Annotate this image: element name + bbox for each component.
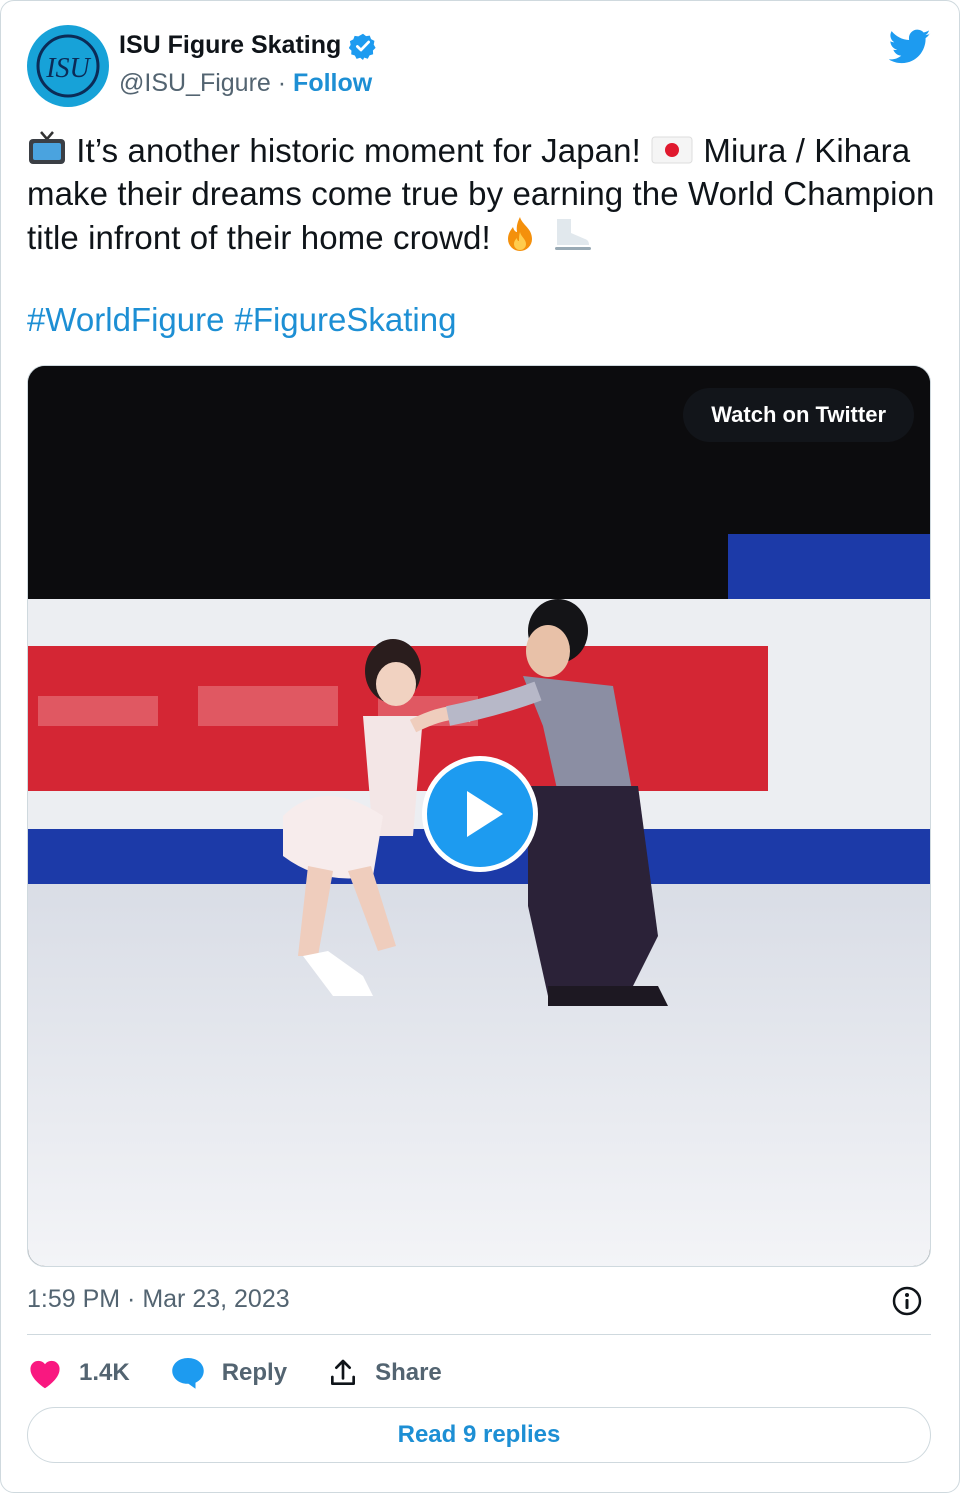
japan-flag-icon bbox=[651, 136, 693, 164]
author-name-row: ISU Figure Skating bbox=[119, 31, 377, 60]
play-button[interactable] bbox=[422, 756, 538, 872]
heart-icon bbox=[30, 1360, 60, 1389]
info-icon[interactable] bbox=[891, 1285, 923, 1317]
watch-on-twitter-button[interactable]: Watch on Twitter bbox=[683, 388, 914, 442]
hashtag-list: #WorldFigure #FigureSkating bbox=[27, 301, 466, 339]
display-name[interactable]: ISU Figure Skating bbox=[119, 31, 341, 60]
timestamp[interactable]: 1:59 PM · Mar 23, 2023 bbox=[27, 1285, 290, 1314]
ice-skate-icon bbox=[555, 219, 592, 250]
fire-icon bbox=[508, 217, 533, 251]
avatar[interactable]: ISU bbox=[27, 25, 109, 107]
handle-row: @ISU_Figure · Follow bbox=[119, 69, 372, 98]
action-bar: 1.4K Reply Share bbox=[27, 1351, 482, 1395]
tweet-card: ISU ISU Figure Skating @ISU_Figure · Fol… bbox=[0, 0, 960, 1493]
divider bbox=[27, 1334, 931, 1335]
hashtag-worldfigure[interactable]: #WorldFigure bbox=[27, 301, 224, 338]
tweet-text: It’s another historic moment for Japan! … bbox=[27, 129, 937, 259]
play-icon bbox=[467, 791, 503, 837]
like-button[interactable]: 1.4K bbox=[27, 1357, 130, 1389]
handle-separator: · bbox=[270, 69, 294, 97]
reply-bubble-icon bbox=[171, 1358, 204, 1389]
hashtag-figureskating[interactable]: #FigureSkating bbox=[234, 301, 456, 338]
isu-logo-icon: ISU bbox=[36, 34, 100, 98]
follow-link[interactable]: Follow bbox=[293, 69, 372, 97]
share-button[interactable]: Share bbox=[327, 1357, 442, 1389]
handle[interactable]: @ISU_Figure bbox=[119, 69, 271, 97]
verified-badge-icon bbox=[349, 33, 376, 60]
share-label: Share bbox=[375, 1359, 442, 1386]
svg-text:ISU: ISU bbox=[45, 53, 91, 84]
read-replies-button[interactable]: Read 9 replies bbox=[27, 1407, 931, 1463]
video-player[interactable]: Watch on Twitter bbox=[27, 365, 931, 1267]
reply-button[interactable]: Reply bbox=[170, 1356, 287, 1390]
twitter-bird-icon[interactable] bbox=[889, 29, 931, 65]
tweet-text-part1: It’s another historic moment for Japan! bbox=[76, 132, 641, 169]
share-icon bbox=[331, 1359, 356, 1385]
like-count: 1.4K bbox=[79, 1359, 130, 1386]
television-icon bbox=[29, 131, 65, 164]
reply-label: Reply bbox=[221, 1359, 288, 1386]
